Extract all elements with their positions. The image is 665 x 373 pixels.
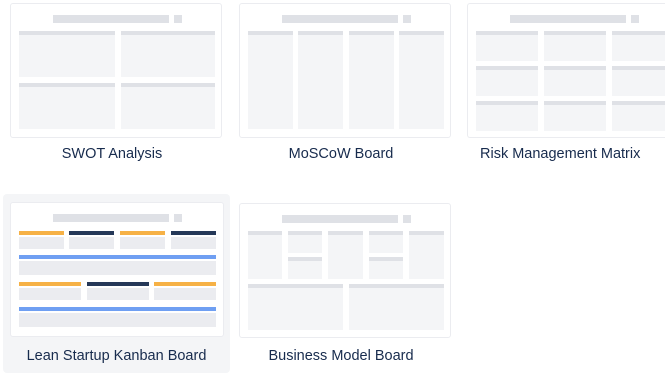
thumb-column-header bbox=[19, 231, 64, 235]
thumb-card bbox=[69, 237, 114, 249]
thumb-column-header bbox=[87, 282, 149, 286]
thumb-column-header bbox=[120, 231, 165, 235]
template-card-swot[interactable]: SWOT Analysis bbox=[0, 0, 224, 185]
thumb-card bbox=[19, 288, 81, 300]
thumb-cell bbox=[544, 31, 606, 61]
thumb-card bbox=[87, 288, 149, 300]
thumb-title-bar bbox=[174, 15, 182, 23]
thumb-panel bbox=[121, 83, 215, 129]
thumb-swimlane bbox=[19, 255, 216, 259]
thumb-block bbox=[248, 284, 343, 330]
thumb-title-bar bbox=[53, 15, 169, 23]
template-label: Lean Startup Kanban Board bbox=[26, 348, 207, 364]
thumb-cell bbox=[476, 66, 538, 96]
thumb-cell bbox=[476, 31, 538, 61]
thumb-cell bbox=[544, 66, 606, 96]
thumb-card bbox=[19, 237, 64, 249]
thumb-block bbox=[248, 231, 282, 279]
thumb-title-bar bbox=[403, 15, 411, 23]
thumb-column-header bbox=[154, 282, 216, 286]
template-label: SWOT Analysis bbox=[61, 146, 163, 162]
thumb-column bbox=[399, 31, 444, 129]
template-label: Business Model Board bbox=[268, 348, 414, 364]
thumb-panel bbox=[19, 83, 115, 129]
thumb-block bbox=[288, 231, 322, 253]
thumb-column-header bbox=[171, 231, 216, 235]
thumb-column bbox=[298, 31, 343, 129]
thumb-column-header bbox=[69, 231, 114, 235]
thumb-title-bar bbox=[174, 214, 182, 222]
thumb-cell bbox=[544, 101, 606, 131]
thumb-swimlane-row bbox=[19, 313, 216, 327]
thumb-block bbox=[288, 257, 322, 279]
thumb-card bbox=[171, 237, 216, 249]
template-label: Risk Management Matrix bbox=[480, 146, 641, 162]
thumb-column bbox=[349, 31, 394, 129]
template-thumbnail bbox=[10, 3, 222, 138]
thumb-title-bar bbox=[510, 15, 626, 23]
thumb-cell bbox=[612, 31, 665, 61]
thumb-block bbox=[409, 231, 444, 279]
thumb-cell bbox=[476, 101, 538, 131]
thumb-panel bbox=[121, 31, 215, 77]
thumb-card bbox=[120, 237, 165, 249]
thumb-title-bar bbox=[631, 15, 639, 23]
template-thumbnail bbox=[467, 3, 665, 138]
template-card-moscow[interactable]: MoSCoW Board bbox=[229, 0, 453, 185]
thumb-block bbox=[328, 231, 363, 279]
template-thumbnail bbox=[239, 3, 451, 138]
thumb-title-bar bbox=[403, 215, 411, 223]
thumb-title-bar bbox=[53, 214, 169, 222]
thumb-panel bbox=[19, 31, 115, 77]
template-card-business-model[interactable]: Business Model Board bbox=[229, 200, 453, 373]
template-label: MoSCoW Board bbox=[288, 146, 394, 162]
thumb-cell bbox=[612, 66, 665, 96]
thumb-card bbox=[154, 288, 216, 300]
thumb-column-header bbox=[19, 282, 81, 286]
template-thumbnail bbox=[10, 202, 224, 337]
thumb-column bbox=[248, 31, 293, 129]
thumb-block bbox=[349, 284, 444, 330]
thumb-swimlane-row bbox=[19, 261, 216, 275]
thumb-title-bar bbox=[282, 215, 398, 223]
thumb-title-bar bbox=[282, 15, 398, 23]
thumb-block bbox=[369, 257, 403, 279]
template-thumbnail bbox=[239, 203, 451, 338]
template-card-lean-startup-kanban[interactable]: Lean Startup Kanban Board bbox=[3, 194, 230, 373]
thumb-cell bbox=[612, 101, 665, 131]
thumb-swimlane bbox=[19, 307, 216, 311]
template-card-risk-matrix[interactable]: Risk Management Matrix bbox=[457, 0, 665, 185]
thumb-block bbox=[369, 231, 403, 253]
